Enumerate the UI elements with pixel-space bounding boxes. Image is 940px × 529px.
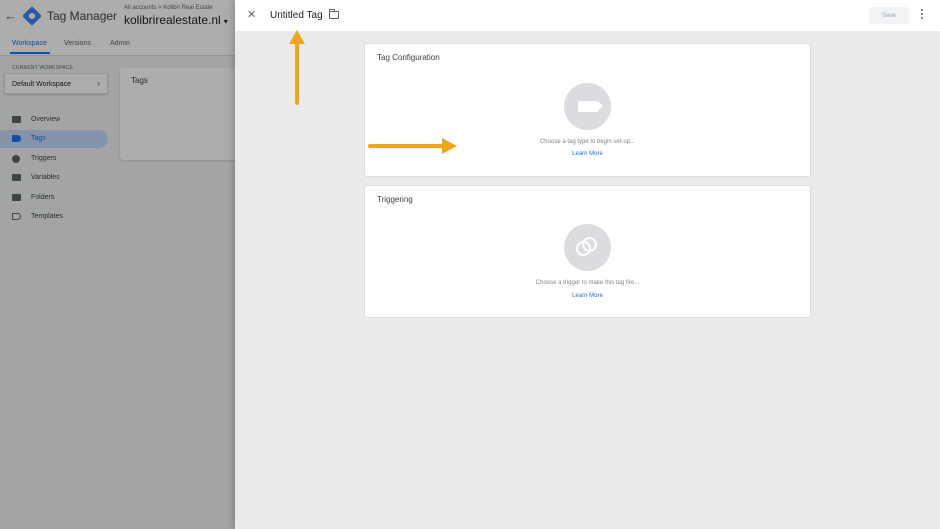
annotation-arrow-right bbox=[368, 144, 444, 148]
trigger-ring-icon bbox=[582, 237, 597, 252]
tag-editor-panel: ✕ Untitled Tag Save Tag Configuration Ch… bbox=[235, 0, 940, 529]
save-button[interactable]: Save bbox=[869, 7, 909, 24]
triggering-hint: Choose a trigger to make this tag fire..… bbox=[535, 280, 640, 286]
triggering-learn-more-link[interactable]: Learn More bbox=[365, 293, 810, 299]
folder-icon[interactable] bbox=[329, 9, 339, 19]
annotation-arrow-up bbox=[295, 42, 299, 105]
tag-name-input[interactable]: Untitled Tag bbox=[270, 10, 323, 21]
tag-configuration-learn-more-link[interactable]: Learn More bbox=[365, 151, 810, 157]
triggering-card[interactable]: Triggering Choose a trigger to make this… bbox=[364, 185, 811, 318]
editor-header: ✕ Untitled Tag Save bbox=[235, 0, 940, 31]
annotation-arrow-right-head bbox=[442, 138, 457, 154]
triggering-title: Triggering bbox=[377, 195, 413, 204]
more-vert-icon[interactable] bbox=[920, 8, 924, 22]
tag-shape-icon bbox=[578, 101, 603, 112]
tag-type-placeholder[interactable] bbox=[564, 83, 611, 130]
learn-more-label[interactable]: Learn More bbox=[572, 293, 603, 299]
trigger-placeholder[interactable] bbox=[564, 224, 611, 271]
tag-configuration-title: Tag Configuration bbox=[377, 53, 440, 62]
tag-configuration-card[interactable]: Tag Configuration Choose a tag type to b… bbox=[364, 43, 811, 177]
learn-more-label[interactable]: Learn More bbox=[572, 151, 603, 157]
close-icon[interactable]: ✕ bbox=[247, 8, 256, 22]
